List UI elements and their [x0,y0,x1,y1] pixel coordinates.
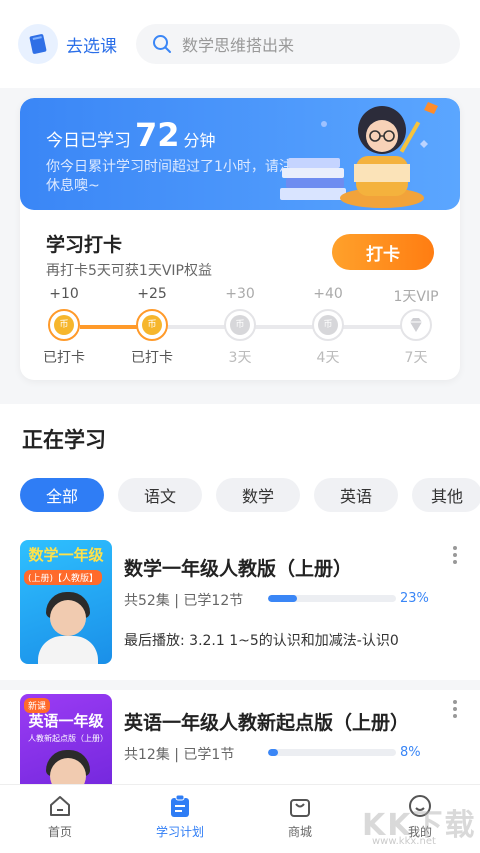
thumb-title: 数学一年级 [28,546,104,564]
last-played: 最后播放: 3.2.1 1~5的认识和加减法-认识0 [124,633,399,649]
tab-study-plan[interactable]: 学习计划 [120,785,240,853]
tab-label: 学习计划 [155,825,204,839]
step-reward: +10 [49,286,79,302]
study-time-banner: 今日已学习 72 分钟 你今日累计学习时间超过了1小时，请注意休息噢~ [20,98,460,210]
search-icon [153,35,171,53]
divider [0,680,480,690]
progress-fill [268,749,279,756]
progress-fill [268,595,298,602]
home-icon [50,796,70,816]
today-prefix: 今日已学习 [46,131,131,151]
book-icon [18,24,58,64]
filter-other[interactable]: 其他 [412,478,480,512]
filter-math[interactable]: 数学 [216,478,300,512]
step-label: 已打卡 [43,350,85,366]
course-progress-percent: 23% [400,591,429,606]
coin-icon: 币 [48,309,80,341]
course-title: 数学一年级人教版（上册） [124,558,353,580]
study-card: 今日已学习 72 分钟 你今日累计学习时间超过了1小时，请注意休息噢~ 学习打卡… [20,98,460,380]
today-study-time: 今日已学习 72 分钟 [46,116,216,154]
checkin-step-4: +40 币 4天 [298,286,358,367]
checkin-progress-track: +10 币 已打卡 +25 币 已打卡 +30 币 3天 +40 币 4天 1天… [20,286,460,366]
thumb-subtitle: (上册)【人教版】 [24,570,103,585]
course-item-english[interactable]: 新课 英语一年级 人教新起点版（上册） 英语一年级人教新起点版（上册） 共12集… [0,690,480,784]
more-options-icon[interactable] [450,700,460,721]
filter-chips: 全部 语文 数学 英语 其他 [20,478,480,512]
step-label: 3天 [228,350,252,366]
coin-icon: 币 [136,309,168,341]
today-unit: 分钟 [183,131,216,150]
clipboard-icon [171,794,189,817]
course-title: 英语一年级人教新起点版（上册） [124,712,410,734]
watermark-url: www.kkx.net [372,836,436,847]
step-label: 7天 [404,350,428,366]
filter-english[interactable]: 英语 [314,478,398,512]
more-options-icon[interactable] [450,546,460,567]
checkin-step-2: +25 币 已打卡 [122,286,182,367]
tab-label: 首页 [47,825,72,839]
reading-girl-illustration [280,102,438,208]
course-progress-percent: 8% [400,745,421,760]
step-label: 4天 [316,350,340,366]
top-bar: 去选课 数学思维搭出来 [0,0,480,88]
tab-label: 商城 [287,825,312,839]
tab-home[interactable]: 首页 [0,785,120,853]
shopping-bag-icon [290,799,310,817]
course-progress-bar [268,749,396,756]
section-title: 正在学习 [22,428,106,452]
coin-icon: 币 [312,309,344,341]
course-meta: 共12集 | 已学1节 [124,747,235,763]
step-reward: +40 [313,286,343,302]
track-line-pending [166,325,416,329]
search-input[interactable]: 数学思维搭出来 [136,24,460,64]
search-placeholder: 数学思维搭出来 [182,36,295,55]
coin-icon: 币 [224,309,256,341]
step-reward: +30 [225,286,255,302]
step-reward: +25 [137,286,167,302]
checkin-step-5: 1天VIP 7天 [386,286,446,367]
checkin-button[interactable]: 打卡 [332,234,434,270]
diamond-icon [400,309,432,341]
checkin-step-3: +30 币 3天 [210,286,270,367]
course-progress-bar [268,595,396,602]
step-reward: 1天VIP [393,289,439,305]
tab-mall[interactable]: 商城 [240,785,360,853]
course-list: 数学一年级 (上册)【人教版】 数学一年级人教版（上册） 共52集 | 已学12… [0,524,480,784]
today-minutes: 72 [135,116,180,154]
rest-reminder: 你今日累计学习时间超过了1小时，请注意休息噢~ [46,159,307,194]
checkin-step-1: +10 币 已打卡 [34,286,94,367]
choose-course-button[interactable]: 去选课 [18,24,117,64]
thumb-badge: 新课 [24,698,51,713]
filter-all[interactable]: 全部 [20,478,104,512]
filter-chinese[interactable]: 语文 [118,478,202,512]
step-label: 已打卡 [131,350,173,366]
course-meta: 共52集 | 已学12节 [124,593,244,609]
thumb-title: 英语一年级 [28,712,104,730]
choose-course-label: 去选课 [66,36,117,57]
course-item-math[interactable]: 数学一年级 (上册)【人教版】 数学一年级人教版（上册） 共52集 | 已学12… [0,524,480,672]
thumb-subtitle: 人教新起点版（上册） [28,734,108,743]
checkin-title: 学习打卡 [46,234,123,256]
course-thumbnail: 新课 英语一年级 人教新起点版（上册） [20,694,112,784]
course-thumbnail: 数学一年级 (上册)【人教版】 [20,540,112,664]
checkin-subtitle: 再打卡5天可获1天VIP权益 [46,263,212,279]
